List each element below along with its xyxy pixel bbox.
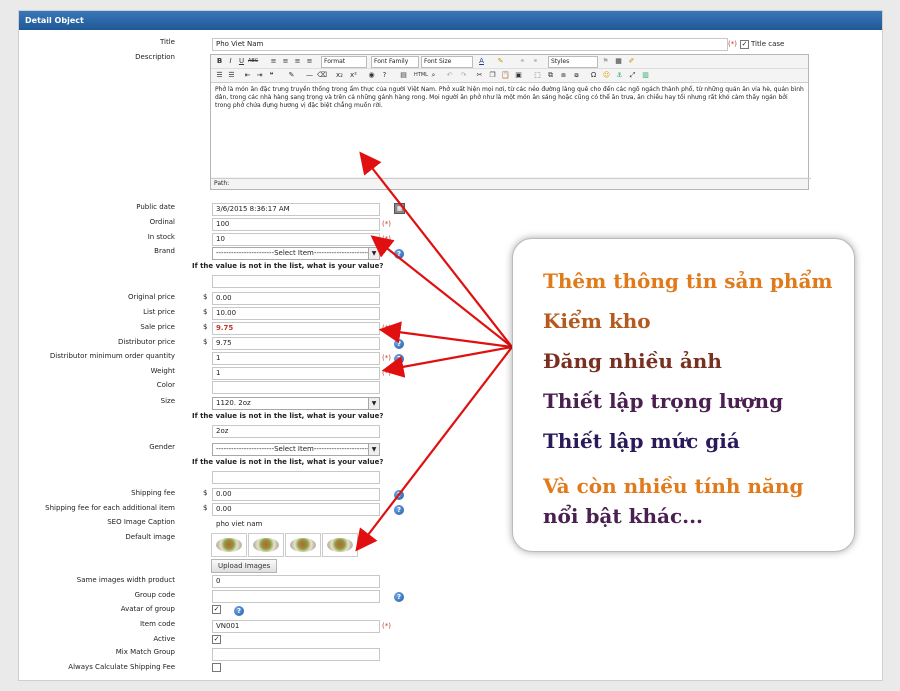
arrow-to-weight (381, 345, 513, 378)
callout-line-weight: Thiết lập trọng lượng (543, 389, 784, 413)
feature-callout: Thêm thông tin sản phẩm Kiểm kho Đăng nh… (512, 238, 855, 552)
callout-line-price: Thiết lập mức giá (543, 429, 740, 453)
arrow-to-images (355, 346, 513, 552)
callout-line-more-2: nổi bật khác... (543, 504, 704, 528)
arrow-to-description (359, 151, 513, 348)
callout-line-images: Đăng nhiều ảnh (543, 349, 722, 373)
callout-line-add-info: Thêm thông tin sản phẩm (543, 269, 833, 293)
callout-line-more: Và còn nhiều tính năng (543, 474, 804, 498)
callout-line-inventory: Kiểm kho (543, 309, 651, 333)
